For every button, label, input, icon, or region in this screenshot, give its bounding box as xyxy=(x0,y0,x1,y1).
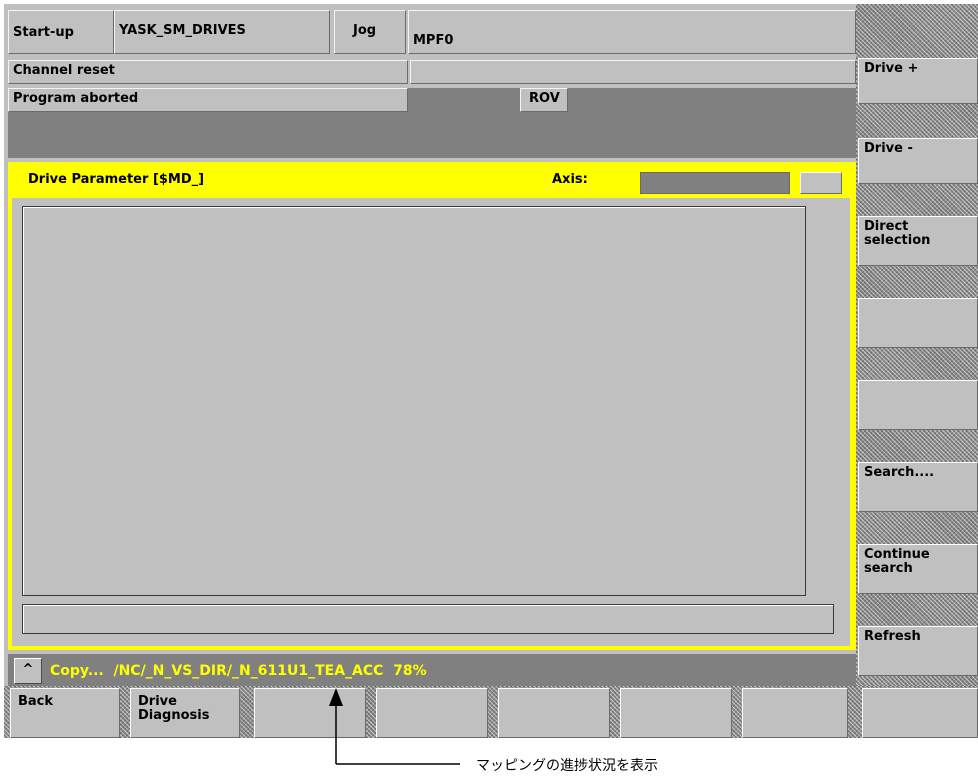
status-dark-bar xyxy=(408,88,856,112)
softkey-back[interactable]: Back xyxy=(10,688,120,738)
annotation-text: マッピングの進捗状況を表示 xyxy=(476,758,658,774)
recall-button[interactable]: ^ xyxy=(14,658,42,684)
recall-symbol: ^ xyxy=(22,662,34,677)
softkey-search[interactable]: Search.... xyxy=(858,462,978,512)
rov-indicator: ROV xyxy=(520,88,568,112)
mode-jog: Jog xyxy=(334,10,406,54)
softkey-drive-plus[interactable]: Drive + xyxy=(858,58,978,104)
operating-area: Start-up xyxy=(8,10,114,54)
softkey-empty-5[interactable] xyxy=(858,380,978,430)
panel-title: Drive Parameter [$MD_] xyxy=(28,172,205,187)
input-line[interactable] xyxy=(22,604,834,634)
axis-select-box[interactable] xyxy=(800,172,842,194)
softkey-continue-search[interactable]: Continue search xyxy=(858,544,978,594)
program-status: Program aborted xyxy=(8,88,408,112)
status-message: Copy... /NC/_N_VS_DIR/_N_611U1_TEA_ACC 7… xyxy=(50,663,427,679)
axis-label: Axis: xyxy=(552,172,588,187)
alarm-band xyxy=(8,112,856,158)
channel-status: Channel reset xyxy=(8,60,408,84)
machine-name: YASK_SM_DRIVES xyxy=(114,10,330,54)
softkey-horizontal-5[interactable] xyxy=(498,688,610,738)
softkey-horizontal-7[interactable] xyxy=(742,688,848,738)
axis-value-field[interactable] xyxy=(640,172,790,194)
softkey-horizontal-6[interactable] xyxy=(620,688,732,738)
softkey-horizontal-8[interactable] xyxy=(862,688,978,738)
program-name: MPF0 xyxy=(408,10,856,54)
softkey-refresh[interactable]: Refresh xyxy=(858,626,978,676)
softkey-drive-diagnosis[interactable]: Drive Diagnosis xyxy=(130,688,240,738)
softkey-direct-selection[interactable]: Direct selection xyxy=(858,216,978,266)
parameter-list[interactable] xyxy=(22,206,806,596)
softkey-empty-4[interactable] xyxy=(858,298,978,348)
softkey-drive-minus[interactable]: Drive - xyxy=(858,138,978,184)
channel-info-field xyxy=(410,60,856,84)
callout-arrow xyxy=(329,688,460,765)
